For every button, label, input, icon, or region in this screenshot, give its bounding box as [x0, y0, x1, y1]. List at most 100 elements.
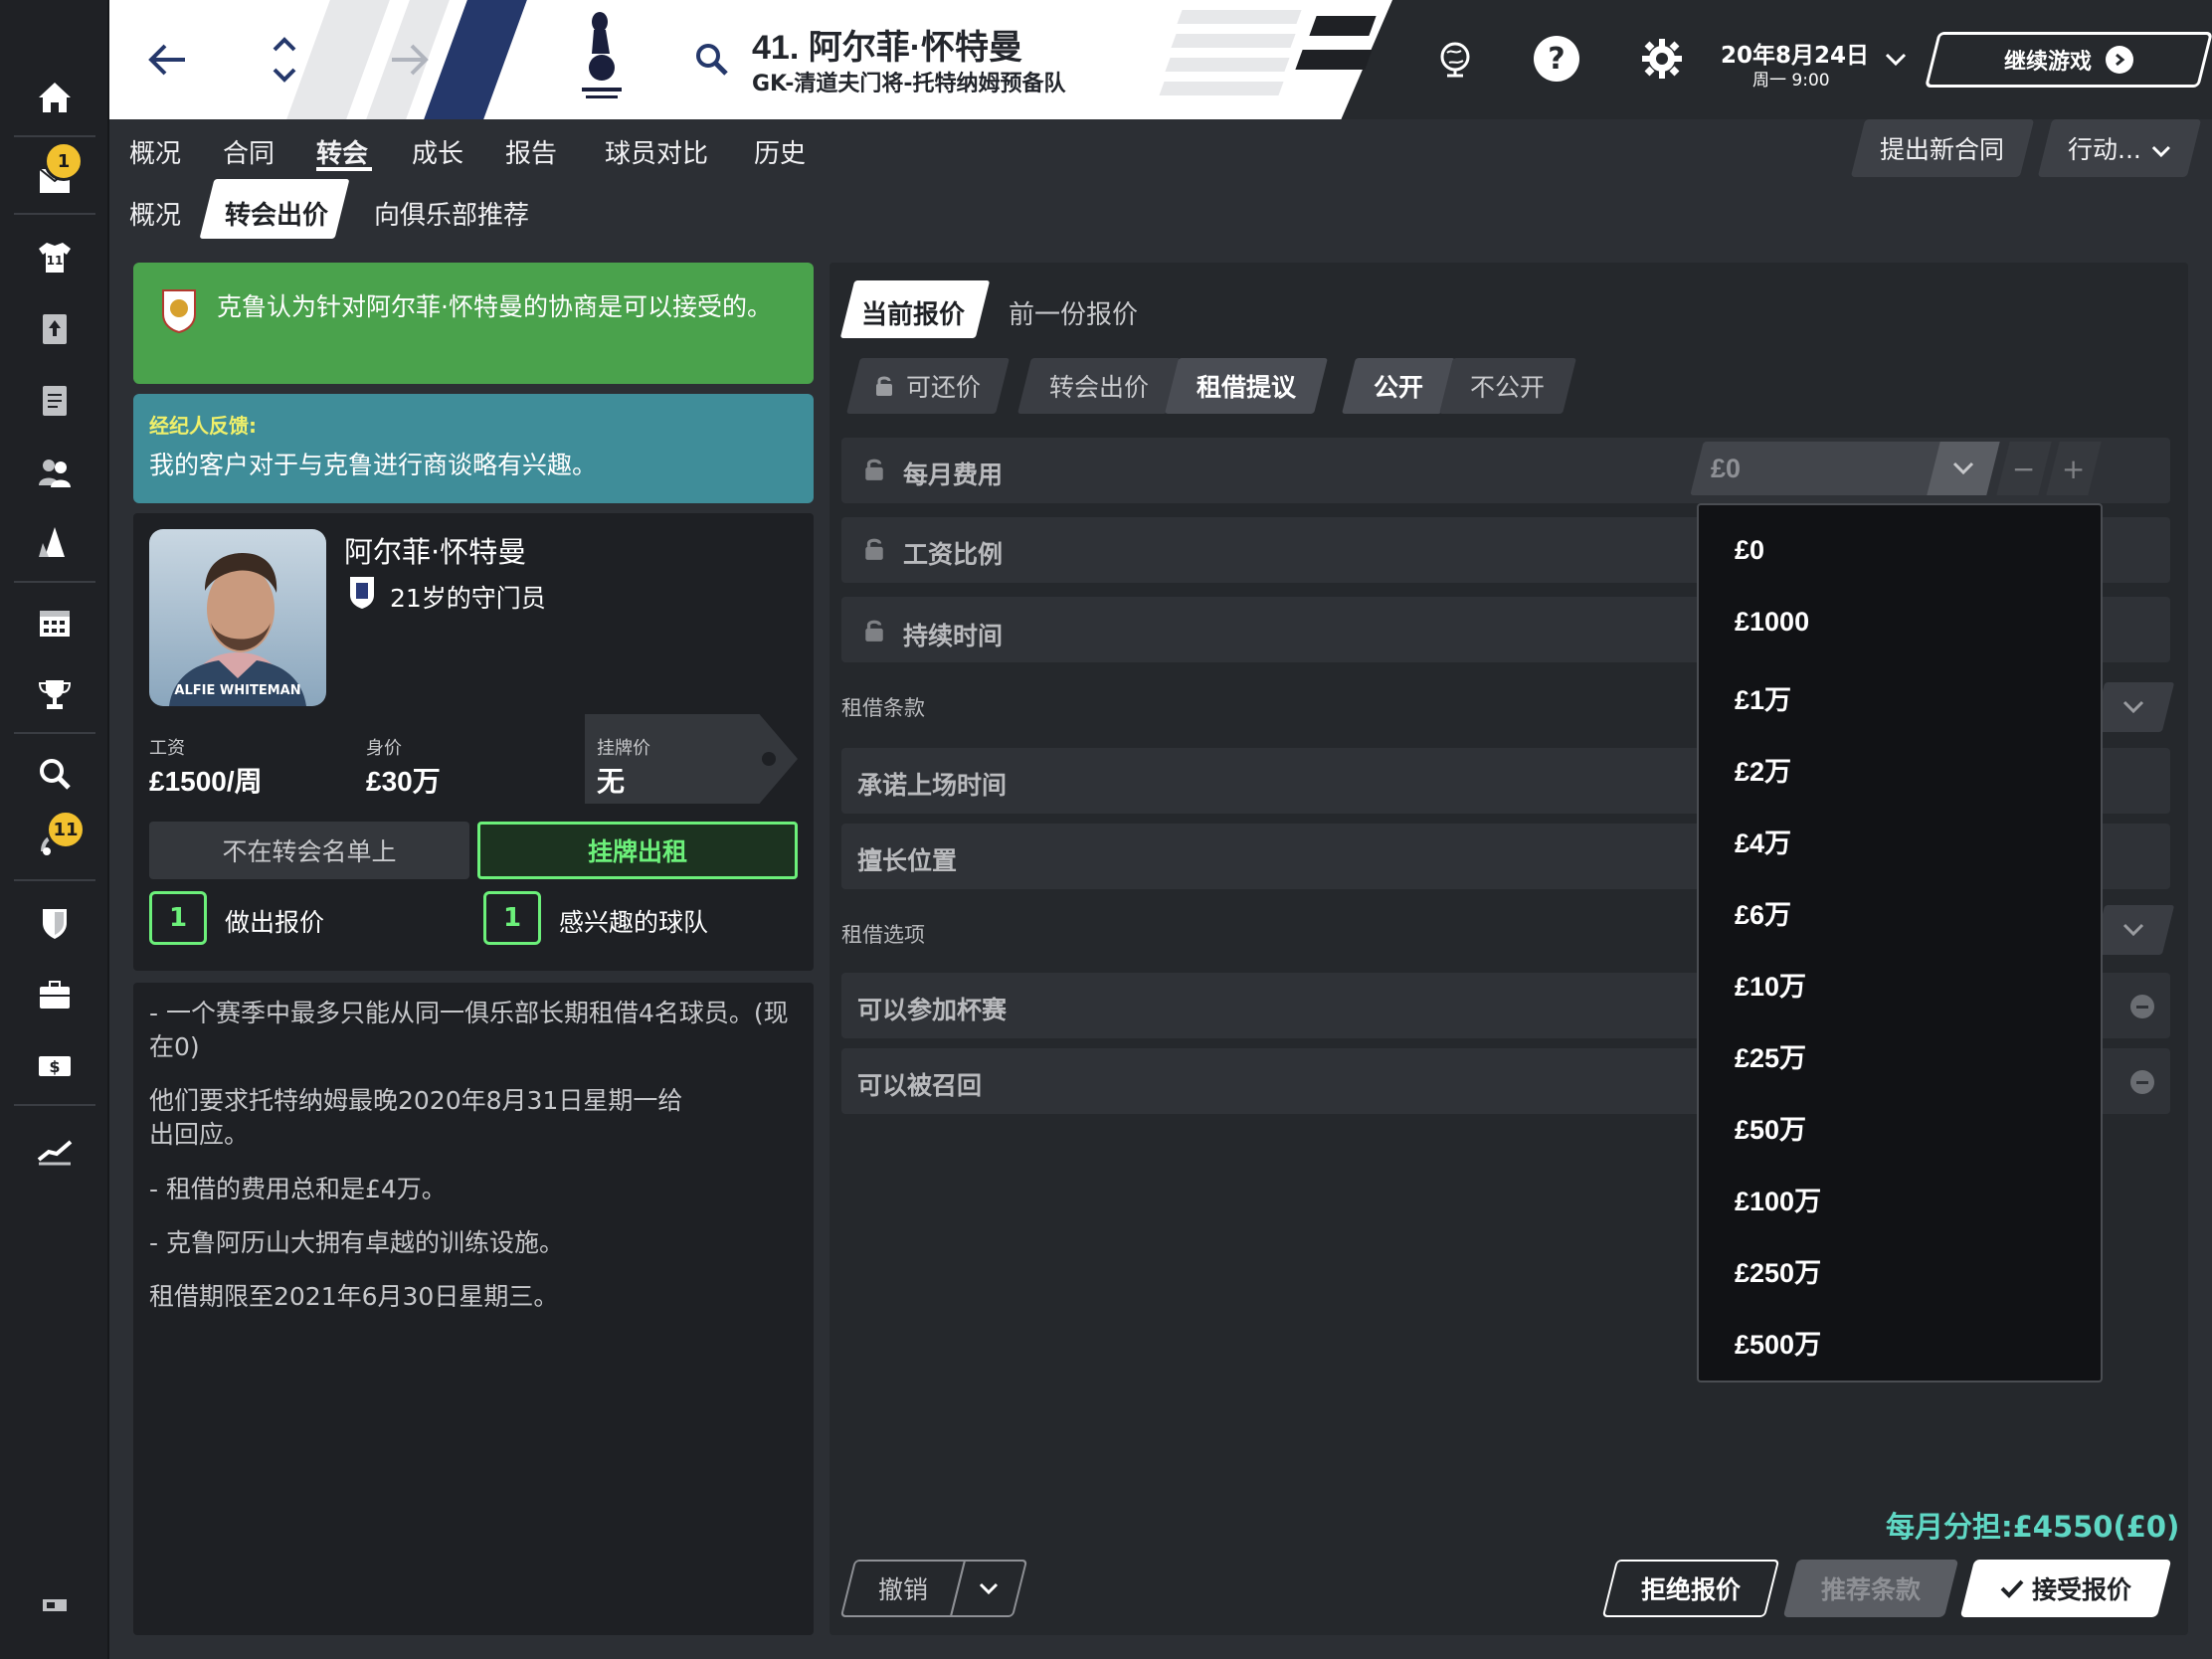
value-value: £30万 [366, 766, 441, 797]
chevron-down-icon[interactable] [1882, 48, 1910, 72]
calendar-icon[interactable] [25, 595, 85, 650]
asking-value: 无 [597, 765, 626, 798]
propose-contract-button[interactable]: 提出新合同 [1850, 119, 2035, 177]
development-chart-icon[interactable] [25, 1120, 85, 1176]
continue-game-button[interactable]: 继续游戏 [1925, 32, 2212, 88]
actions-button[interactable]: 行动... [2037, 119, 2202, 177]
trophy-icon[interactable] [25, 666, 85, 722]
interested-count-badge[interactable]: 1 [483, 891, 541, 945]
dropdown-option[interactable]: £25万 [1735, 1036, 1806, 1075]
chevron-down-icon [1952, 461, 1974, 475]
tab-contract[interactable]: 合同 [223, 133, 275, 170]
staff-icon[interactable] [25, 444, 85, 499]
clipboard-icon[interactable] [25, 372, 85, 428]
player-card: ALFIE WHITEMAN 阿尔菲·怀特曼 21岁的守门员 工资 £1500/… [133, 513, 814, 971]
loan-offer-toggle[interactable]: 租借提议 [1165, 358, 1328, 414]
up-down-arrows-icon[interactable] [265, 30, 304, 90]
tab-transfer[interactable]: 转会 [316, 133, 368, 170]
dropdown-option[interactable]: £6万 [1735, 893, 1791, 932]
note-4: - 克鲁阿历山大拥有卓越的训练设施。 [149, 1228, 564, 1257]
note-5: 租借期限至2021年6月30日星期三。 [149, 1282, 559, 1311]
age-position: 21岁的守门员 [390, 584, 546, 613]
lock-icon [865, 620, 883, 642]
settings-panel-icon[interactable] [25, 1577, 85, 1633]
cancel-label: 撤销 [877, 1575, 928, 1604]
search-icon[interactable] [25, 746, 85, 802]
world-globe-icon[interactable] [1432, 36, 1478, 82]
tab-comparison[interactable]: 球员对比 [605, 133, 708, 170]
offer-notes: - 一个赛季中最多只能从同一俱乐部长期租借4名球员。(现在0) 他们要求托特纳姆… [133, 983, 814, 1635]
club-crest-icon [569, 6, 635, 113]
dropdown-option[interactable]: £50万 [1735, 1108, 1806, 1147]
subtab-overview[interactable]: 概况 [129, 195, 181, 232]
dropdown-option[interactable]: £0 [1735, 535, 1764, 566]
tab-development[interactable]: 成长 [412, 133, 463, 170]
loan-options-add-button[interactable] [2092, 905, 2175, 955]
minus-icon: − [2012, 452, 2036, 485]
player-subtitle: GK-清道夫门将-托特纳姆预备队 [752, 72, 1066, 96]
note-3: - 租借的费用总和是£4万。 [149, 1175, 447, 1203]
gear-icon[interactable] [1639, 36, 1685, 82]
game-date[interactable]: 20年8月24日 [1721, 36, 1869, 70]
suggest-label: 推荐条款 [1820, 1575, 1921, 1604]
accept-label: 接受报价 [2031, 1575, 2131, 1604]
training-cone-icon[interactable] [25, 515, 85, 571]
tab-current-offer[interactable]: 当前报价 [861, 294, 965, 331]
subtab-transfer-bid[interactable]: 转会出价 [225, 195, 328, 232]
search-icon[interactable] [688, 36, 736, 84]
tab-reports[interactable]: 报告 [505, 133, 557, 170]
dropdown-option[interactable]: £10万 [1735, 965, 1806, 1004]
private-label: 不公开 [1470, 373, 1546, 402]
transfer-bid-label: 转会出价 [1048, 373, 1149, 402]
tab-history[interactable]: 历史 [754, 133, 806, 170]
offers-label: 做出报价 [225, 908, 325, 937]
upload-tactics-icon[interactable] [25, 300, 85, 356]
dropdown-option[interactable]: £4万 [1735, 822, 1791, 860]
suggest-terms-button[interactable]: 推荐条款 [1782, 1560, 1959, 1617]
remove-icon[interactable] [2130, 1070, 2154, 1094]
help-icon[interactable]: ? [1534, 36, 1579, 82]
accept-offer-button[interactable]: 接受报价 [1959, 1560, 2172, 1617]
reject-offer-button[interactable]: 拒绝报价 [1601, 1560, 1780, 1617]
green-message-text: 克鲁认为针对阿尔菲·怀特曼的协商是可以接受的。 [217, 292, 772, 321]
offers-count-badge[interactable]: 1 [149, 891, 207, 945]
loan-listed-button[interactable]: 挂牌出租 [477, 822, 798, 879]
cancel-button[interactable]: 撤销 [839, 1560, 967, 1617]
dropdown-option[interactable]: £1000 [1735, 607, 1809, 638]
back-arrow-icon[interactable] [139, 34, 195, 86]
active-tab-underline [316, 167, 372, 171]
transfer-bid-toggle[interactable]: 转会出价 [1017, 358, 1181, 414]
home-icon[interactable] [25, 70, 85, 125]
checkmark-icon [2000, 1579, 2024, 1598]
squad-shirt-icon[interactable]: 11 [25, 229, 85, 284]
tab-overview[interactable]: 概况 [129, 133, 181, 170]
club-shield-icon[interactable] [25, 895, 85, 951]
forward-arrow-icon[interactable] [382, 34, 438, 86]
agent-title: 经纪人反馈: [149, 414, 257, 438]
dropdown-option[interactable]: £1万 [1735, 678, 1791, 717]
negotiable-toggle[interactable]: 可还价 [846, 358, 1010, 414]
dropdown-option[interactable]: £500万 [1735, 1323, 1821, 1362]
loan-terms-add-button[interactable] [2092, 682, 2175, 732]
asking-price-tag: 挂牌价 无 [585, 714, 798, 804]
player-name[interactable]: 阿尔菲·怀特曼 [344, 529, 526, 571]
loan-options-label: 租借选项 [841, 923, 925, 947]
private-toggle[interactable]: 不公开 [1439, 358, 1576, 414]
dropdown-option[interactable]: £250万 [1735, 1251, 1821, 1290]
lock-icon [876, 376, 893, 396]
lock-icon [865, 538, 883, 560]
wage-value: £1500/周 [149, 766, 263, 797]
chevron-down-icon [2122, 700, 2144, 714]
not-transfer-listed-button[interactable]: 不在转会名单上 [149, 822, 469, 879]
tab-previous-offer[interactable]: 前一份报价 [1009, 294, 1138, 331]
svg-text:11: 11 [47, 254, 64, 268]
england-flag-icon [348, 575, 376, 611]
subtab-recommend[interactable]: 向俱乐部推荐 [374, 195, 529, 232]
dropdown-option[interactable]: £100万 [1735, 1180, 1821, 1218]
dropdown-option[interactable]: £2万 [1735, 750, 1791, 789]
remove-icon[interactable] [2130, 995, 2154, 1018]
agent-feedback-message: 经纪人反馈: 我的客户对于与克鲁进行商谈略有兴趣。 [133, 394, 814, 503]
finance-icon[interactable]: $ [25, 1038, 85, 1094]
public-toggle[interactable]: 公开 [1342, 358, 1455, 414]
briefcase-icon[interactable] [25, 967, 85, 1022]
